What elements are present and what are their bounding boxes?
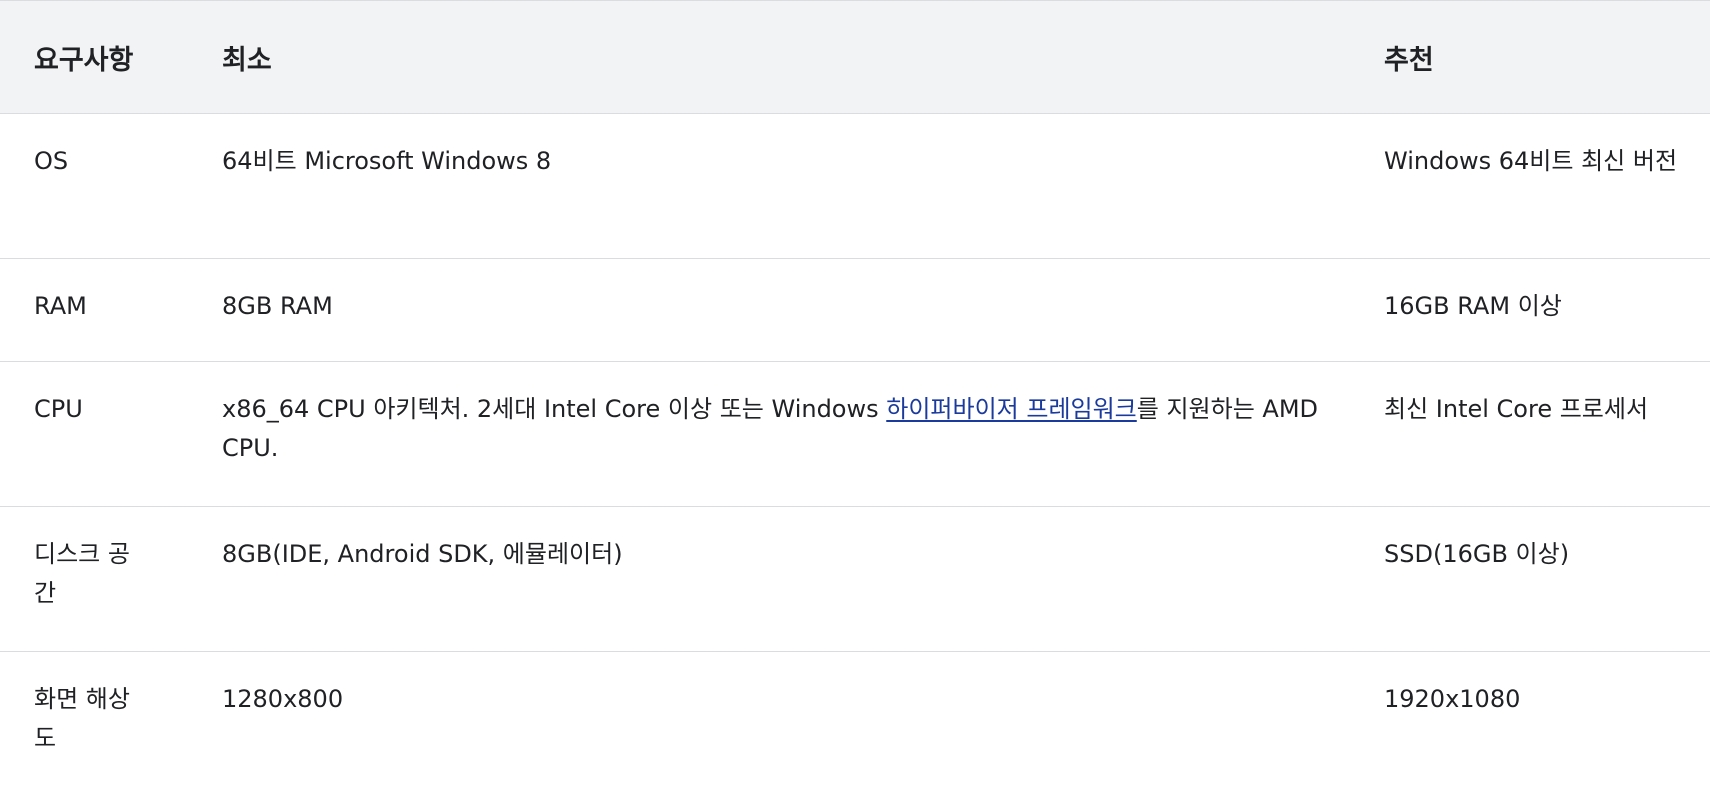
cell-recommended: 16GB RAM 이상 [1350, 259, 1710, 362]
cell-recommended: Windows 64비트 최신 버전 [1350, 114, 1710, 259]
header-requirement: 요구사항 [0, 1, 188, 114]
table-body: OS 64비트 Microsoft Windows 8 Windows 64비트… [0, 114, 1710, 796]
hypervisor-framework-link[interactable]: 하이퍼바이저 프레임워크 [886, 395, 1137, 423]
cell-requirement: 화면 해상도 [0, 652, 188, 796]
cell-minimum: x86_64 CPU 아키텍처. 2세대 Intel Core 이상 또는 Wi… [188, 362, 1350, 507]
table-header: 요구사항 최소 추천 [0, 1, 1710, 114]
cell-recommended: 최신 Intel Core 프로세서 [1350, 362, 1710, 507]
cell-requirement: CPU [0, 362, 188, 507]
table-row: OS 64비트 Microsoft Windows 8 Windows 64비트… [0, 114, 1710, 259]
table-row: 디스크 공간 8GB(IDE, Android SDK, 에뮬레이터) SSD(… [0, 507, 1710, 652]
table-row: 화면 해상도 1280x800 1920x1080 [0, 652, 1710, 796]
cpu-minimum-text-before: x86_64 CPU 아키텍처. 2세대 Intel Core 이상 또는 Wi… [222, 395, 886, 423]
header-recommended: 추천 [1350, 1, 1710, 114]
table-row: RAM 8GB RAM 16GB RAM 이상 [0, 259, 1710, 362]
cell-recommended: 1920x1080 [1350, 652, 1710, 796]
header-minimum: 최소 [188, 1, 1350, 114]
cell-recommended: SSD(16GB 이상) [1350, 507, 1710, 652]
cell-requirement: 디스크 공간 [0, 507, 188, 652]
cell-minimum: 64비트 Microsoft Windows 8 [188, 114, 1350, 259]
header-row: 요구사항 최소 추천 [0, 1, 1710, 114]
cell-requirement: RAM [0, 259, 188, 362]
cell-requirement: OS [0, 114, 188, 259]
system-requirements-table: 요구사항 최소 추천 OS 64비트 Microsoft Windows 8 W… [0, 0, 1710, 796]
cell-minimum: 8GB RAM [188, 259, 1350, 362]
cell-minimum: 8GB(IDE, Android SDK, 에뮬레이터) [188, 507, 1350, 652]
table-row: CPU x86_64 CPU 아키텍처. 2세대 Intel Core 이상 또… [0, 362, 1710, 507]
cell-minimum: 1280x800 [188, 652, 1350, 796]
